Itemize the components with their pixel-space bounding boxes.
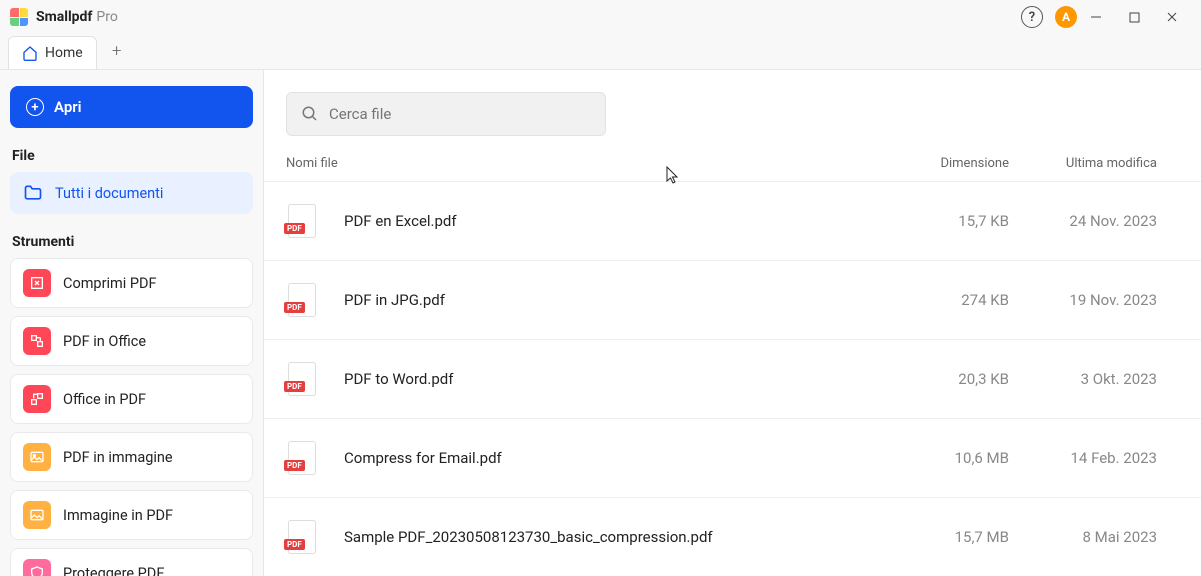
pdf-file-icon: PDF xyxy=(286,520,316,554)
sidebar: + Apri File Tutti i documenti Strumenti … xyxy=(0,70,264,576)
plus-icon: + xyxy=(112,41,122,61)
folder-icon xyxy=(23,183,43,203)
image-to-pdf-icon xyxy=(23,501,51,529)
pdf-to-image-icon xyxy=(23,443,51,471)
sidebar-item-label: Tutti i documenti xyxy=(55,185,163,202)
office-to-pdf-icon xyxy=(23,385,51,413)
sidebar-item-label: Proteggere PDF xyxy=(63,565,164,576)
sidebar-item-compress[interactable]: Comprimi PDF xyxy=(10,258,253,308)
file-name: PDF to Word.pdf xyxy=(344,370,889,388)
tab-bar: Home + xyxy=(0,34,1201,70)
file-row[interactable]: PDF PDF en Excel.pdf15,7 KB24 Nov. 2023 xyxy=(264,182,1201,261)
home-icon xyxy=(22,45,38,61)
sidebar-item-pdf-to-office[interactable]: PDF in Office xyxy=(10,316,253,366)
file-size: 15,7 KB xyxy=(889,212,1029,230)
help-button[interactable]: ? xyxy=(1013,0,1051,34)
pdf-file-icon: PDF xyxy=(286,204,316,238)
content-area: Nomi file Dimensione Ultima modifica PDF… xyxy=(264,70,1201,576)
sidebar-item-protect[interactable]: Proteggere PDF xyxy=(10,548,253,576)
pdf-to-office-icon xyxy=(23,327,51,355)
file-name: Sample PDF_20230508123730_basic_compress… xyxy=(344,528,889,546)
sidebar-item-all-documents[interactable]: Tutti i documenti xyxy=(10,172,253,214)
file-name: PDF en Excel.pdf xyxy=(344,212,889,230)
file-row[interactable]: PDF Sample PDF_20230508123730_basic_compr… xyxy=(264,498,1201,576)
app-logo-icon xyxy=(10,8,28,26)
sidebar-item-office-to-pdf[interactable]: Office in PDF xyxy=(10,374,253,424)
open-button[interactable]: + Apri xyxy=(10,86,253,128)
file-row[interactable]: PDF PDF to Word.pdf20,3 KB3 Okt. 2023 xyxy=(264,340,1201,419)
table-header: Nomi file Dimensione Ultima modifica xyxy=(264,142,1201,182)
help-icon: ? xyxy=(1021,6,1043,28)
pdf-file-icon: PDF xyxy=(286,283,316,317)
sidebar-item-label: Office in PDF xyxy=(63,391,146,408)
plus-circle-icon: + xyxy=(26,98,44,116)
window-minimize-button[interactable] xyxy=(1077,0,1115,34)
file-date: 14 Feb. 2023 xyxy=(1029,449,1179,467)
file-name: PDF in JPG.pdf xyxy=(344,291,889,309)
pdf-file-icon: PDF xyxy=(286,441,316,475)
protect-icon xyxy=(23,559,51,576)
file-size: 274 KB xyxy=(889,291,1029,309)
file-date: 3 Okt. 2023 xyxy=(1029,370,1179,388)
file-date: 24 Nov. 2023 xyxy=(1029,212,1179,230)
sidebar-item-label: Comprimi PDF xyxy=(63,275,157,292)
brand-suffix: Pro xyxy=(96,9,117,25)
sidebar-item-label: Immagine in PDF xyxy=(63,507,173,524)
tab-home-label: Home xyxy=(45,45,83,61)
sidebar-item-pdf-to-image[interactable]: PDF in immagine xyxy=(10,432,253,482)
file-name: Compress for Email.pdf xyxy=(344,449,889,467)
titlebar: Smallpdf Pro ? A xyxy=(0,0,1201,34)
file-date: 8 Mai 2023 xyxy=(1029,528,1179,546)
maximize-icon xyxy=(1129,12,1140,23)
file-date: 19 Nov. 2023 xyxy=(1029,291,1179,309)
section-tools-title: Strumenti xyxy=(12,234,251,250)
search-box[interactable] xyxy=(286,92,606,136)
sidebar-item-label: PDF in Office xyxy=(63,333,146,350)
file-size: 10,6 MB xyxy=(889,449,1029,467)
sidebar-item-label: PDF in immagine xyxy=(63,449,173,466)
file-row[interactable]: PDF PDF in JPG.pdf274 KB19 Nov. 2023 xyxy=(264,261,1201,340)
file-size: 20,3 KB xyxy=(889,370,1029,388)
open-button-label: Apri xyxy=(54,98,82,116)
column-header-size[interactable]: Dimensione xyxy=(889,156,1029,171)
new-tab-button[interactable]: + xyxy=(103,37,131,65)
search-input[interactable] xyxy=(329,105,591,123)
tab-home[interactable]: Home xyxy=(8,36,97,69)
compress-icon xyxy=(23,269,51,297)
close-icon xyxy=(1166,11,1178,23)
window-maximize-button[interactable] xyxy=(1115,0,1153,34)
sidebar-item-image-to-pdf[interactable]: Immagine in PDF xyxy=(10,490,253,540)
avatar[interactable]: A xyxy=(1055,6,1077,28)
column-header-name[interactable]: Nomi file xyxy=(286,156,889,171)
file-size: 15,7 MB xyxy=(889,528,1029,546)
pdf-file-icon: PDF xyxy=(286,362,316,396)
file-row[interactable]: PDF Compress for Email.pdf10,6 MB14 Feb. … xyxy=(264,419,1201,498)
column-header-date[interactable]: Ultima modifica xyxy=(1029,156,1179,171)
minimize-icon xyxy=(1090,11,1102,23)
brand-name: Smallpdf xyxy=(36,9,92,25)
window-close-button[interactable] xyxy=(1153,0,1191,34)
search-icon xyxy=(301,105,319,123)
file-list: PDFPDF en Excel.pdf15,7 KB24 Nov. 2023PD… xyxy=(264,182,1201,576)
section-file-title: File xyxy=(12,148,251,164)
